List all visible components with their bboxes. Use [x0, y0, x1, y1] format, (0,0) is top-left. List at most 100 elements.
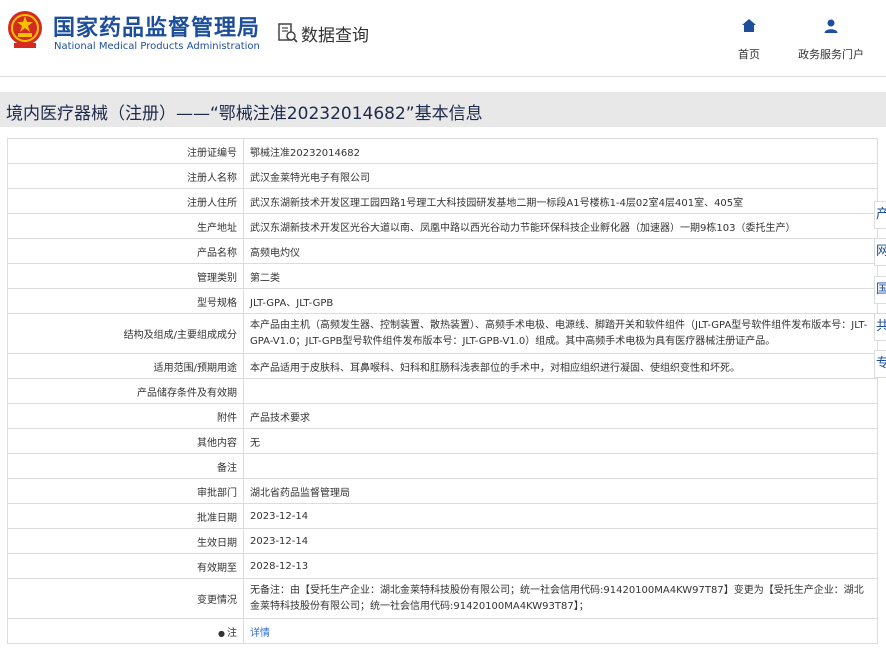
row-value-text: 无备注：由【受托生产企业：湖北金莱特科技股份有限公司；统一社会信用代码:9142…: [250, 584, 864, 612]
row-label-text: 型号规格: [197, 297, 237, 309]
row-value-text: 湖北省药品监督管理局: [250, 487, 350, 499]
row-value: 武汉金莱特光电子有限公司: [243, 163, 878, 189]
row-label-text: 附件: [217, 412, 237, 424]
row-label-text: 批准日期: [197, 512, 237, 524]
data-query-label: 数据查询: [301, 25, 369, 46]
site-logo-subtitle[interactable]: National Medical Products Administration: [54, 41, 260, 52]
details-link[interactable]: 详情: [250, 628, 270, 639]
row-label-text: 注册人住所: [187, 197, 237, 209]
nav-service-portal[interactable]: 政务服务门户: [798, 18, 864, 62]
row-value-text: 武汉金莱特光电子有限公司: [250, 172, 370, 184]
row-label: 变更情况: [7, 578, 244, 619]
document-search-icon: [278, 23, 298, 43]
row-label: 附件: [7, 403, 244, 429]
table-row: 结构及组成/主要组成成分 本产品由主机（高频发生器、控制装置、散热装置）、高频手术…: [7, 313, 878, 354]
row-value: 武汉东湖新技术开发区光谷大道以南、凤凰中路以西光谷动力节能环保科技企业孵化器（加…: [243, 213, 878, 239]
row-label: 型号规格: [7, 288, 244, 314]
row-label: 注册证编号: [7, 138, 244, 164]
table-row: 注册证编号 鄂械注准20232014682: [7, 138, 878, 164]
side-float-tab[interactable]: 网: [874, 238, 886, 266]
row-value: 无: [243, 428, 878, 454]
row-value: 第二类: [243, 263, 878, 289]
table-row: 其他内容 无: [7, 428, 878, 454]
row-label: 批准日期: [7, 503, 244, 529]
row-label-text: 生效日期: [197, 537, 237, 549]
table-row: ● 注详情: [7, 618, 878, 644]
row-value: 鄂械注准20232014682: [243, 138, 878, 164]
table-row: 产品名称 高频电灼仪: [7, 238, 878, 264]
table-row: 生产地址 武汉东湖新技术开发区光谷大道以南、凤凰中路以西光谷动力节能环保科技企业孵…: [7, 213, 878, 239]
table-row: 生效日期 2023-12-14: [7, 528, 878, 554]
user-icon: [824, 19, 838, 33]
nav-home[interactable]: 首页: [738, 18, 760, 62]
page-title: 境内医疗器械（注册）——“鄂械注准20232014682”基本信息: [6, 104, 483, 124]
nav-service-portal-label: 政务服务门户: [798, 48, 864, 61]
site-header: 国家药品监督管理局 National Medical Products Admi…: [0, 0, 886, 77]
nav-home-label: 首页: [738, 48, 760, 61]
row-label-text: 适用范围/预期用途: [153, 362, 237, 374]
row-label: 生产地址: [7, 213, 244, 239]
row-value-text: JLT-GPA、JLT-GPB: [250, 297, 334, 309]
row-value: 本产品由主机（高频发生器、控制装置、散热装置）、高频手术电极、电源线、脚踏开关和…: [243, 313, 878, 354]
table-row: 附件 产品技术要求: [7, 403, 878, 429]
row-label: 备注: [7, 453, 244, 479]
home-icon: [742, 19, 756, 32]
location-pin-icon: ●: [218, 628, 225, 638]
table-row: 备注: [7, 453, 878, 479]
table-row: 审批部门 湖北省药品监督管理局: [7, 478, 878, 504]
row-label: 注册人名称: [7, 163, 244, 189]
row-value-text: 鄂械注准20232014682: [250, 147, 360, 159]
row-label: 注册人住所: [7, 188, 244, 214]
row-label-text: 产品名称: [197, 247, 237, 259]
row-value: 本产品适用于皮肤科、耳鼻喉科、妇科和肛肠科浅表部位的手术中，对相应组织进行凝固、…: [243, 353, 878, 379]
row-value: 湖北省药品监督管理局: [243, 478, 878, 504]
row-label: 审批部门: [7, 478, 244, 504]
row-value: 无备注：由【受托生产企业：湖北金莱特科技股份有限公司；统一社会信用代码:9142…: [243, 578, 878, 619]
row-value-text: 第二类: [250, 272, 280, 284]
row-value-text: 无: [250, 437, 260, 449]
row-value: 产品技术要求: [243, 403, 878, 429]
table-row: 注册人名称 武汉金莱特光电子有限公司: [7, 163, 878, 189]
row-value: 详情: [243, 618, 878, 644]
row-value-text: 2023-12-14: [250, 510, 309, 522]
row-label-text: 产品储存条件及有效期: [137, 387, 237, 399]
row-value: 2023-12-14: [243, 528, 878, 554]
row-label-text: 注: [227, 627, 237, 639]
row-value-text: 2023-12-14: [250, 535, 309, 547]
row-value: 2023-12-14: [243, 503, 878, 529]
row-label: ● 注: [7, 618, 244, 644]
side-float-tab[interactable]: 共: [874, 313, 886, 341]
row-value-text: 本产品适用于皮肤科、耳鼻喉科、妇科和肛肠科浅表部位的手术中，对相应组织进行凝固、…: [250, 362, 740, 374]
row-value: JLT-GPA、JLT-GPB: [243, 288, 878, 314]
side-float-tab[interactable]: 产: [874, 201, 886, 229]
row-value-text: 2028-12-13: [250, 560, 309, 572]
side-float-tab[interactable]: 国: [874, 276, 886, 304]
row-label: 生效日期: [7, 528, 244, 554]
row-label: 产品储存条件及有效期: [7, 378, 244, 404]
row-value: [243, 378, 878, 404]
row-label: 有效期至: [7, 553, 244, 579]
site-logo-title[interactable]: 国家药品监督管理局: [53, 10, 260, 42]
row-label: 其他内容: [7, 428, 244, 454]
row-value-text: 本产品由主机（高频发生器、控制装置、散热装置）、高频手术电极、电源线、脚踏开关和…: [250, 319, 868, 347]
national-emblem-icon: [8, 11, 42, 48]
table-row: 有效期至 2028-12-13: [7, 553, 878, 579]
page-title-banner: 境内医疗器械（注册）——“鄂械注准20232014682”基本信息: [0, 92, 886, 127]
device-info-table: 注册证编号 鄂械注准20232014682 注册人名称 武汉金莱特光电子有限公司 注册人…: [7, 138, 878, 644]
row-value: 高频电灼仪: [243, 238, 878, 264]
row-value: [243, 453, 878, 479]
row-label-text: 其他内容: [197, 437, 237, 449]
table-row: 注册人住所 武汉东湖新技术开发区理工园四路1号理工大科技园研发基地二期一标段A1号…: [7, 188, 878, 214]
row-label-text: 备注: [217, 462, 237, 474]
row-label: 适用范围/预期用途: [7, 353, 244, 379]
row-label-text: 结构及组成/主要组成成分: [123, 330, 237, 341]
row-label-text: 注册证编号: [187, 147, 237, 159]
row-label-text: 变更情况: [197, 595, 237, 606]
table-row: 变更情况 无备注：由【受托生产企业：湖北金莱特科技股份有限公司；统一社会信用代码:…: [7, 578, 878, 619]
row-label: 管理类别: [7, 263, 244, 289]
row-value: 武汉东湖新技术开发区理工园四路1号理工大科技园研发基地二期一标段A1号楼栋1-4…: [243, 188, 878, 214]
data-query-link[interactable]: 数据查询: [277, 21, 369, 46]
row-value-text: 高频电灼仪: [250, 247, 300, 259]
side-float-tab[interactable]: 专: [874, 350, 886, 378]
row-value-text: 武汉东湖新技术开发区理工园四路1号理工大科技园研发基地二期一标段A1号楼栋1-4…: [250, 197, 744, 209]
